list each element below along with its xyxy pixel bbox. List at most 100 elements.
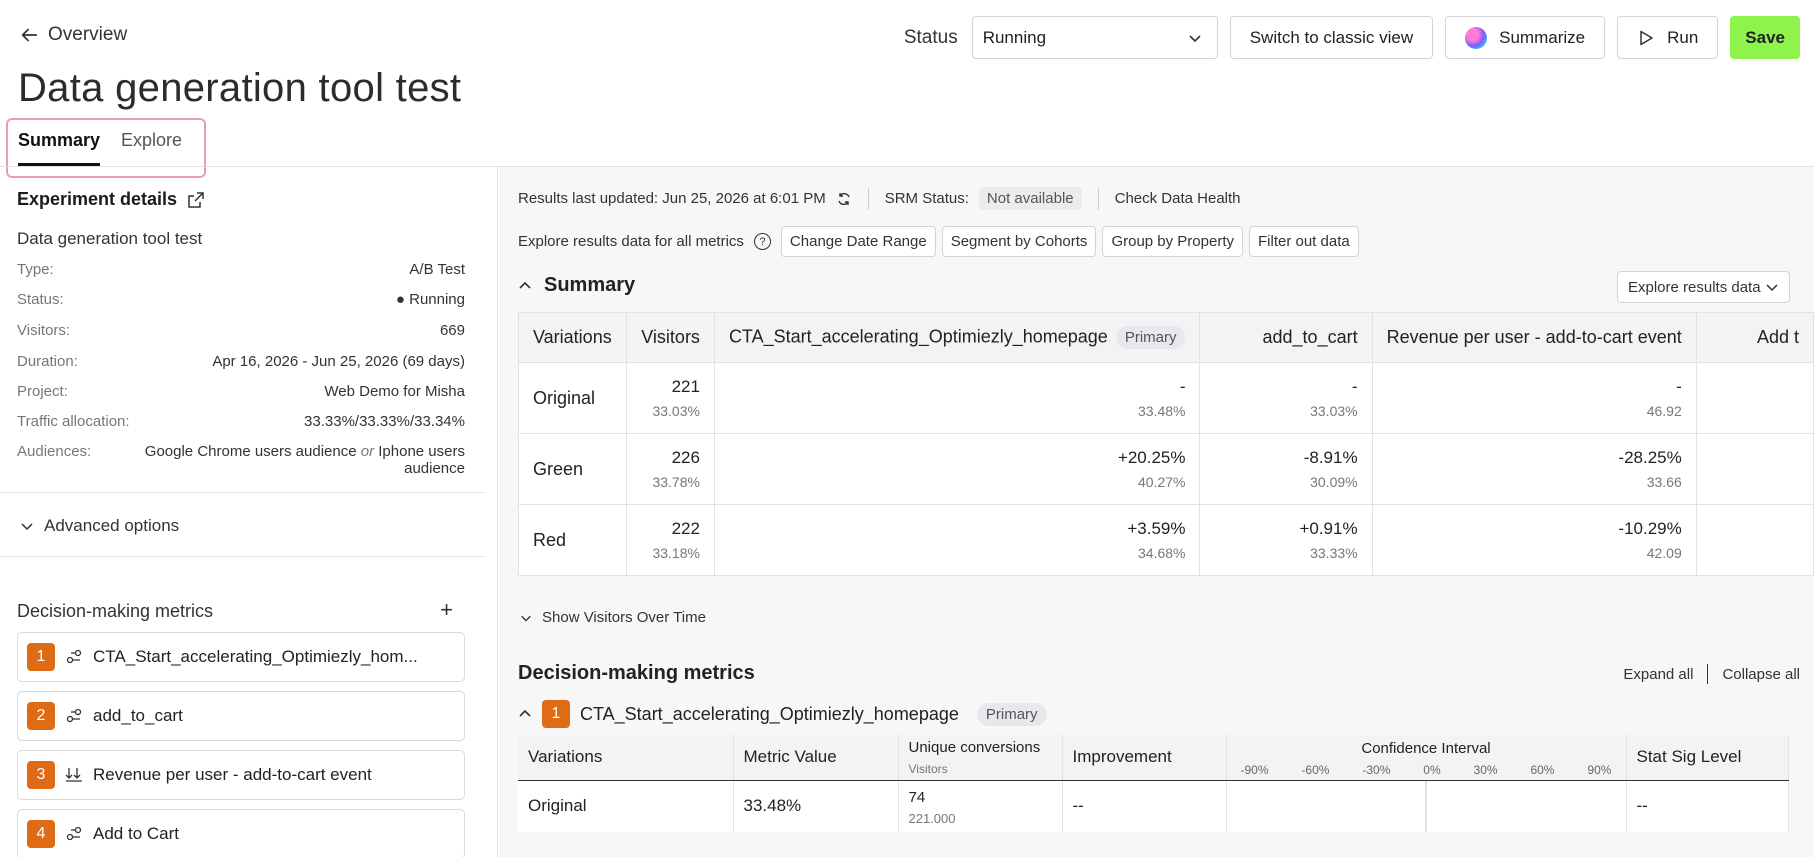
column-header-label: Unique conversions <box>908 738 1041 756</box>
ci-axis-ticks: -90% -60% -30% 0% 30% 60% 90% <box>1237 763 1616 777</box>
cell-value: 226 <box>671 448 700 467</box>
run-button[interactable]: Run <box>1617 16 1719 59</box>
advanced-options-toggle[interactable]: Advanced options <box>20 516 179 536</box>
status-select-value: Running <box>982 27 1047 47</box>
metric-results-table: Variations Metric Value Unique conversio… <box>518 735 1789 832</box>
detail-key: Status: <box>17 291 64 308</box>
switch-classic-view-button[interactable]: Switch to classic view <box>1229 16 1434 59</box>
back-label: Overview <box>48 24 128 45</box>
filter-out-data-button[interactable]: Filter out data <box>1249 226 1359 257</box>
metric-value-cell: 33.48% <box>733 780 899 832</box>
chevron-down-icon <box>1766 284 1778 292</box>
column-header-label: Confidence Interval <box>1361 739 1491 757</box>
cell-value: - <box>1351 377 1358 396</box>
switch-classic-view-label: Switch to classic view <box>1249 27 1414 47</box>
cell-value: -10.29% <box>1618 519 1682 538</box>
cell-subvalue: 42.09 <box>1646 545 1682 561</box>
summarize-button[interactable]: Summarize <box>1445 16 1606 59</box>
conversion-icon <box>66 826 82 841</box>
column-header: Improvement <box>1062 735 1227 781</box>
improvement-cell: -- <box>1062 780 1227 832</box>
table-cell: - 33.03% <box>1199 362 1373 434</box>
experiment-details-heading[interactable]: Experiment details <box>17 189 205 210</box>
metric-card-1[interactable]: 1 CTA_Start_accelerating_Optimiezly_hom.… <box>17 632 465 682</box>
column-header: CTA_Start_accelerating_Optimiezly_homepa… <box>713 312 1201 363</box>
detail-key: Audiences: <box>17 443 92 460</box>
metric-name: CTA_Start_accelerating_Optimiezly_hom... <box>93 647 418 666</box>
summary-section-toggle[interactable]: Summary <box>518 274 635 297</box>
table-cell: -10.29% 42.09 <box>1371 504 1697 576</box>
metric-name: Add to Cart <box>93 824 179 843</box>
chevron-up-icon <box>519 709 531 717</box>
show-visitors-label: Show Visitors Over Time <box>542 609 706 626</box>
explore-toolbar: Explore results data for all metrics ? C… <box>518 226 1359 257</box>
segment-by-cohorts-button[interactable]: Segment by Cohorts <box>941 226 1097 257</box>
refresh-icon[interactable] <box>836 191 852 207</box>
column-header: Stat Sig Level <box>1626 735 1789 781</box>
unique-conversions-cell: 74 221.000 <box>898 780 1063 832</box>
add-metric-button[interactable]: + <box>440 599 453 622</box>
external-link-icon[interactable] <box>187 191 205 209</box>
tab-summary[interactable]: Summary <box>18 130 101 166</box>
explore-results-text: Explore results data for all metrics <box>518 233 744 250</box>
table-cell <box>1695 362 1814 434</box>
column-header-label: CTA_Start_accelerating_Optimiezly_homepa… <box>728 326 1108 347</box>
cell-subvalue: 30.09% <box>1310 474 1358 490</box>
table-row: Original 221 33.03% - 33.48% - 33.03% - 46.9… <box>518 362 1814 434</box>
cell-value: +20.25% <box>1117 448 1186 467</box>
primary-badge: Primary <box>976 702 1047 726</box>
audience-operator: or <box>360 443 375 460</box>
metric-card-3[interactable]: 3 Revenue per user - add-to-cart event <box>17 750 465 800</box>
run-label: Run <box>1667 27 1699 47</box>
tab-explore[interactable]: Explore <box>121 130 182 151</box>
audience-name-cont: audience <box>404 460 465 477</box>
audience-name: Iphone users <box>378 443 465 460</box>
change-date-range-button[interactable]: Change Date Range <box>780 226 936 257</box>
status-label: Status <box>903 26 958 48</box>
table-header-row: Variations Metric Value Unique conversio… <box>518 735 1789 781</box>
metric-name: add_to_cart <box>93 706 183 725</box>
cell-subvalue: 33.78% <box>652 474 700 490</box>
detail-value: Google Chrome users audience or Iphone u… <box>145 443 465 477</box>
detail-value: 33.33%/33.33%/33.34% <box>304 413 465 430</box>
summary-heading: Summary <box>544 274 636 296</box>
table-cell: +20.25% 40.27% <box>713 433 1201 505</box>
metric-number-badge: 4 <box>27 820 55 848</box>
metric-section-toggle[interactable]: 1 CTA_Start_accelerating_Optimiezly_home… <box>518 700 1047 728</box>
conversion-icon <box>66 708 82 723</box>
detail-type: Type: A/B Test <box>17 261 465 278</box>
table-cell: -8.91% 30.09% <box>1199 433 1373 505</box>
conversion-icon <box>66 649 82 664</box>
results-status-bar: Results last updated: Jun 25, 2026 at 6:… <box>518 187 1241 210</box>
metric-number-badge: 3 <box>27 761 55 789</box>
variation-name: Green <box>518 433 627 505</box>
table-cell: -28.25% 33.66 <box>1371 433 1697 505</box>
group-by-property-button[interactable]: Group by Property <box>1102 226 1243 257</box>
cell-value: +0.91% <box>1299 519 1358 538</box>
variation-name: Original <box>518 780 734 832</box>
summarize-label: Summarize <box>1499 27 1586 47</box>
back-to-overview-link[interactable]: Overview <box>18 24 127 46</box>
cell-subvalue: 221.000 <box>908 810 956 826</box>
cell-value: 222 <box>671 519 700 538</box>
show-visitors-toggle[interactable]: Show Visitors Over Time <box>520 609 706 626</box>
detail-value: Web Demo for Misha <box>324 383 465 400</box>
top-actions: Status Running Switch to classic view Su… <box>904 16 1800 59</box>
collapse-all-button[interactable]: Collapse all <box>1722 666 1800 683</box>
advanced-options-label: Advanced options <box>44 516 180 535</box>
metric-card-2[interactable]: 2 add_to_cart <box>17 691 465 741</box>
detail-value: A/B Test <box>409 261 465 278</box>
decision-metrics-heading: Decision-making metrics + <box>17 599 453 622</box>
status-select[interactable]: Running <box>971 16 1218 59</box>
detail-value: 669 <box>439 322 465 339</box>
check-data-health-link[interactable]: Check Data Health <box>1115 190 1241 207</box>
experiment-sidebar: Experiment details Data generation tool … <box>0 167 498 857</box>
help-icon[interactable]: ? <box>753 233 771 250</box>
expand-all-button[interactable]: Expand all <box>1623 666 1693 683</box>
save-button[interactable]: Save <box>1730 16 1800 59</box>
ci-tick-label: 90% <box>1587 762 1612 777</box>
metric-card-4[interactable]: 4 Add to Cart <box>17 809 465 857</box>
column-header: Revenue per user - add-to-cart event <box>1371 312 1697 363</box>
explore-results-dropdown[interactable]: Explore results data <box>1617 271 1790 303</box>
cell-value: 221 <box>671 377 700 396</box>
